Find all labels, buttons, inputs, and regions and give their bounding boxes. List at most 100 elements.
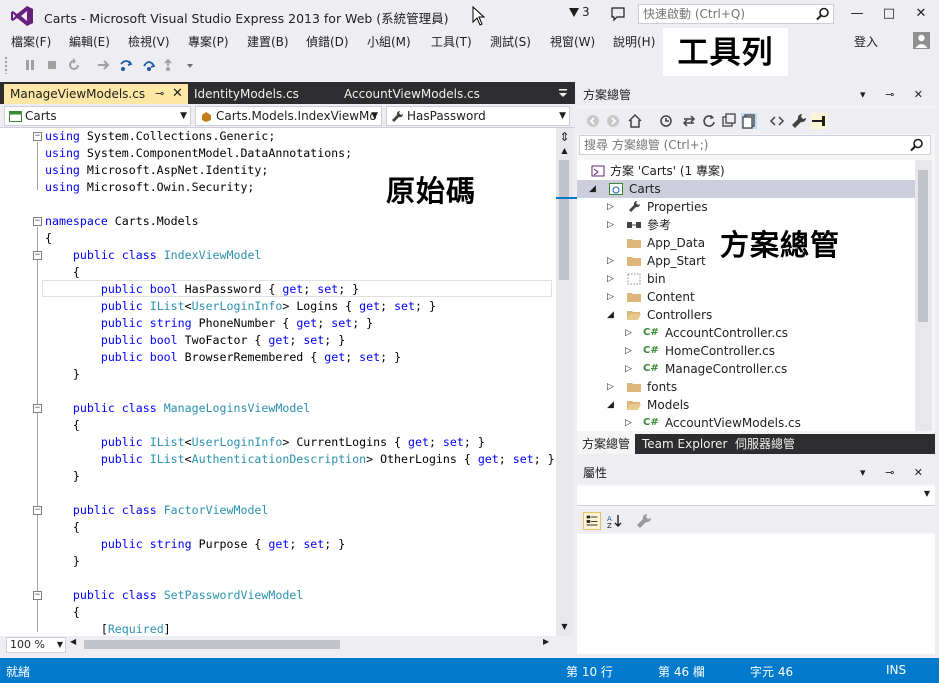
menu-help[interactable]: 說明(H) (613, 33, 655, 50)
collapsed-arrow-icon[interactable]: ▷ (607, 270, 614, 288)
tree-item-home-controller[interactable]: ▷ C# HomeController.cs (577, 342, 915, 360)
stop-icon[interactable] (44, 57, 60, 73)
scroll-left-icon[interactable]: ◀ (70, 637, 76, 646)
outline-collapse-icon[interactable]: − (33, 251, 42, 260)
scrollbar-thumb[interactable] (559, 160, 569, 280)
show-all-files-icon[interactable] (741, 113, 757, 129)
tab-list-dropdown-icon[interactable] (556, 86, 570, 100)
tree-item-fonts[interactable]: ▷ fonts (577, 378, 915, 396)
menu-window[interactable]: 視窗(W) (550, 33, 595, 50)
collapsed-arrow-icon[interactable]: ▷ (625, 414, 632, 431)
code-editor[interactable]: − − − − − − using System.Collections.Gen… (0, 128, 556, 636)
outline-collapse-icon[interactable]: − (33, 591, 42, 600)
sync-with-document-icon[interactable] (681, 113, 697, 129)
expanded-arrow-icon[interactable]: ◢ (607, 396, 614, 414)
menu-build[interactable]: 建置(B) (247, 33, 289, 50)
forward-icon[interactable] (605, 113, 621, 129)
tab-identity-models[interactable]: IdentityModels.cs (188, 84, 338, 104)
view-code-icon[interactable] (769, 113, 785, 129)
notifications-button[interactable]: 3 (568, 5, 590, 19)
tree-item-content[interactable]: ▷ Content (577, 288, 915, 306)
step-out-icon[interactable] (163, 57, 179, 73)
class-dropdown[interactable]: Carts.Models.IndexViewMo ▼ (195, 106, 382, 126)
properties-wrench-icon[interactable] (791, 113, 807, 129)
pending-changes-filter-icon[interactable] (659, 113, 675, 129)
step-into-icon[interactable] (118, 57, 134, 73)
user-avatar-icon[interactable] (913, 32, 930, 49)
toolbar-grip[interactable] (4, 56, 8, 74)
outline-collapse-icon[interactable]: − (33, 506, 42, 515)
collapsed-arrow-icon[interactable]: ▷ (607, 216, 614, 234)
refresh-icon[interactable] (701, 113, 717, 129)
project-dropdown[interactable]: Carts ▼ (4, 106, 191, 126)
tab-manage-view-models[interactable]: ManageViewModels.cs ⊸ ✕ (4, 84, 188, 104)
properties-title-bar[interactable]: 屬性 ▾ ⊸ ✕ (577, 462, 935, 484)
collapse-all-icon[interactable] (721, 113, 737, 129)
outline-collapse-icon[interactable]: − (33, 132, 42, 141)
expanded-arrow-icon[interactable]: ◢ (607, 306, 614, 324)
tree-item-bin[interactable]: ▷ bin (577, 270, 915, 288)
pin-icon[interactable]: ⊸ (155, 84, 164, 104)
step-over-icon[interactable] (141, 57, 157, 73)
tool-window-buttons[interactable]: ▾ ⊸ ✕ (860, 84, 931, 106)
tree-item-properties[interactable]: ▷ Properties (577, 198, 915, 216)
zoom-dropdown[interactable]: 100 % ▼ (6, 637, 66, 653)
menu-edit[interactable]: 編輯(E) (69, 33, 110, 50)
close-tab-icon[interactable]: ✕ (172, 84, 183, 104)
show-next-statement-icon[interactable] (96, 57, 112, 73)
menu-debug[interactable]: 偵錯(D) (306, 33, 349, 50)
object-selector-dropdown[interactable]: ▼ (577, 486, 935, 506)
tree-item-models[interactable]: ◢ Models (577, 396, 915, 414)
menu-tools[interactable]: 工具(T) (431, 33, 472, 50)
tab-team-explorer[interactable]: Team Explorer (637, 434, 733, 454)
minimize-button[interactable]: — (843, 4, 871, 24)
search-icon[interactable] (816, 7, 830, 21)
scroll-up-icon[interactable]: ▲ (556, 146, 573, 158)
toolbar-overflow-icon[interactable] (182, 57, 198, 73)
tool-window-buttons[interactable]: ▾ ⊸ ✕ (860, 462, 931, 484)
search-icon[interactable] (910, 138, 924, 152)
property-pages-wrench-icon[interactable] (635, 512, 653, 530)
outline-collapse-icon[interactable]: − (33, 404, 42, 413)
split-window-icon[interactable]: ⇕ (556, 130, 573, 144)
horizontal-scrollbar-thumb[interactable] (84, 640, 340, 649)
quick-launch-input[interactable] (639, 5, 809, 23)
tree-item-manage-controller[interactable]: ▷ C# ManageController.cs (577, 360, 915, 378)
expanded-arrow-icon[interactable]: ◢ (589, 180, 596, 198)
collapsed-arrow-icon[interactable]: ▷ (607, 378, 614, 396)
tree-item-account-view-models[interactable]: ▷ C# AccountViewModels.cs (577, 414, 915, 431)
menu-view[interactable]: 檢視(V) (128, 33, 170, 50)
feedback-icon[interactable] (610, 6, 626, 22)
tab-server-explorer[interactable]: 伺服器總管 (730, 434, 800, 454)
home-icon[interactable] (627, 113, 643, 129)
menu-test[interactable]: 測試(S) (490, 33, 531, 50)
categorized-icon[interactable] (583, 512, 601, 530)
collapsed-arrow-icon[interactable]: ▷ (607, 252, 614, 270)
solution-search-input[interactable] (580, 136, 900, 154)
menu-team[interactable]: 小組(M) (367, 33, 411, 50)
collapsed-arrow-icon[interactable]: ▷ (607, 288, 614, 306)
maximize-button[interactable]: □ (875, 4, 903, 24)
solution-explorer-title-bar[interactable]: 方案總管 ▾ ⊸ ✕ (577, 84, 935, 106)
scroll-right-icon[interactable]: ▶ (543, 637, 549, 646)
scrollbar-thumb[interactable] (918, 170, 928, 322)
close-button[interactable]: ✕ (907, 4, 935, 24)
collapsed-arrow-icon[interactable]: ▷ (625, 360, 632, 378)
collapsed-arrow-icon[interactable]: ▷ (607, 198, 614, 216)
back-icon[interactable] (585, 113, 601, 129)
menu-file[interactable]: 檔案(F) (11, 33, 51, 50)
quick-launch-box[interactable] (638, 4, 834, 24)
alphabetical-sort-icon[interactable]: AZ (605, 512, 623, 530)
pause-icon[interactable] (22, 57, 38, 73)
restart-icon[interactable] (66, 57, 82, 73)
tree-item-account-controller[interactable]: ▷ C# AccountController.cs (577, 324, 915, 342)
preview-selected-icon[interactable] (811, 113, 827, 129)
solution-explorer-search[interactable] (579, 135, 931, 155)
member-dropdown[interactable]: HasPassword ▼ (386, 106, 570, 126)
tree-item-controllers[interactable]: ◢ Controllers (577, 306, 915, 324)
collapsed-arrow-icon[interactable]: ▷ (625, 342, 632, 360)
menu-project[interactable]: 專案(P) (188, 33, 229, 50)
tree-item-project[interactable]: ◢ Carts (577, 180, 915, 198)
outline-collapse-icon[interactable]: − (33, 217, 42, 226)
tree-item-solution[interactable]: 方案 'Carts' (1 專案) (577, 162, 915, 180)
